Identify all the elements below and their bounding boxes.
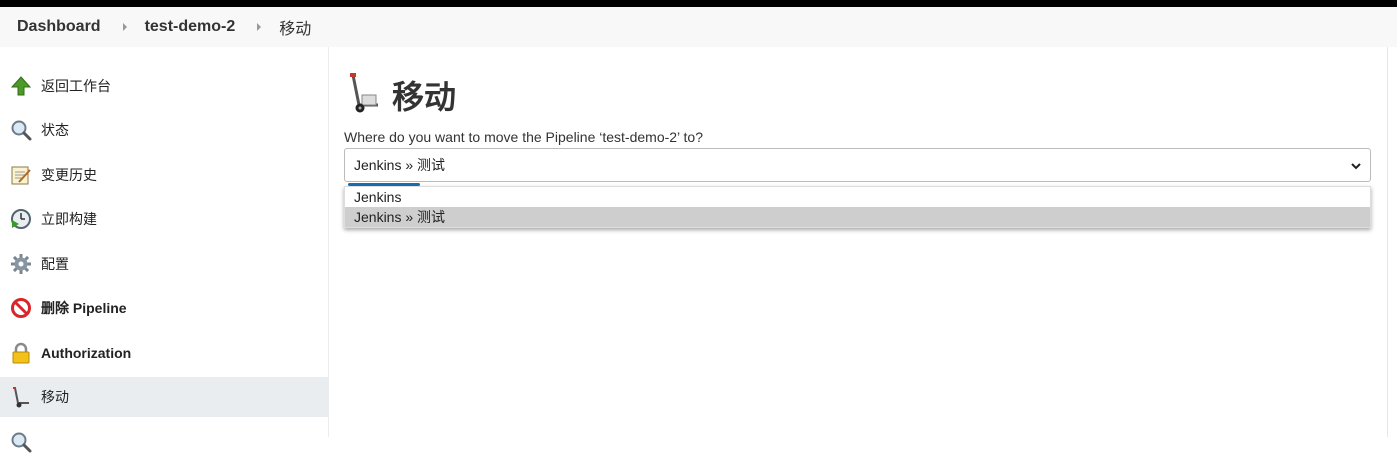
dropdown-option-jenkins-test[interactable]: Jenkins » 测试 (345, 207, 1370, 227)
sidebar-item-label: 移动 (41, 389, 69, 405)
notepad-icon (10, 164, 32, 186)
magnifier-icon (10, 431, 32, 453)
clock-play-icon (10, 208, 32, 230)
sidebar-item-label: 返回工作台 (41, 78, 111, 94)
sidebar-item-move[interactable]: 移动 (0, 377, 328, 417)
sidebar-item-label: 配置 (41, 256, 69, 272)
magnifier-icon (10, 119, 32, 141)
green-up-arrow-icon (10, 75, 32, 97)
sidebar-item-authorization[interactable]: Authorization (0, 333, 328, 373)
hand-truck-icon (344, 71, 382, 118)
breadcrumb-current: 移动 (279, 21, 312, 38)
breadcrumb-chevron-icon[interactable] (122, 23, 127, 31)
gear-icon (10, 253, 32, 275)
top-bar (0, 0, 1397, 7)
destination-select[interactable]: Jenkins » 测试 (344, 148, 1371, 182)
sidebar-item-back-to-dashboard[interactable]: 返回工作台 (0, 66, 328, 106)
sidebar-item-label: 状态 (41, 122, 69, 138)
breadcrumb-chevron-icon[interactable] (257, 23, 262, 31)
sidebar-item-label: 立即构建 (41, 211, 97, 227)
no-entry-icon (10, 297, 32, 319)
page-heading: 移动 (344, 71, 456, 118)
sidebar-item-build-now[interactable]: 立即构建 (0, 199, 328, 239)
breadcrumb-dashboard[interactable]: Dashboard (17, 18, 101, 36)
chevron-down-icon[interactable] (1350, 159, 1362, 175)
sidebar-item-delete-pipeline[interactable]: 删除 Pipeline (0, 288, 328, 328)
sidebar-item-changes[interactable]: 变更历史 (0, 155, 328, 195)
page-title: 移动 (392, 78, 457, 115)
vertical-scrollbar[interactable] (1387, 47, 1397, 437)
sidebar: 返回工作台 状态 变更历史 立即构建 配置 删除 Pipeline Author… (0, 47, 329, 453)
destination-select-value: Jenkins » 测试 (354, 157, 446, 173)
move-destination-label: Where do you want to move the Pipeline ‘… (344, 129, 704, 145)
sidebar-item-label: 删除 Pipeline (41, 300, 127, 316)
breadcrumb-job[interactable]: test-demo-2 (145, 18, 236, 36)
destination-dropdown-list: Jenkins Jenkins » 测试 (344, 186, 1371, 228)
sidebar-item-partial[interactable] (0, 422, 328, 462)
breadcrumb: Dashboard test-demo-2 移动 (0, 7, 1397, 47)
lock-icon (10, 342, 32, 364)
sidebar-item-status[interactable]: 状态 (0, 110, 328, 150)
sidebar-item-label: 变更历史 (41, 167, 97, 183)
sidebar-item-label: Authorization (41, 345, 132, 361)
dropdown-option-jenkins[interactable]: Jenkins (345, 187, 1370, 207)
sidebar-item-configure[interactable]: 配置 (0, 244, 328, 284)
hand-truck-icon (10, 386, 32, 408)
